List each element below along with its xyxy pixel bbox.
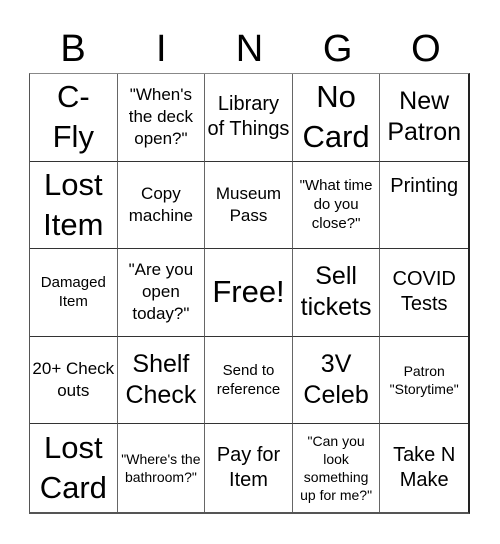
header-letter-g: G (322, 28, 353, 70)
bingo-cell-label: Patron "Storytime" (389, 363, 459, 398)
bingo-cell[interactable]: "Are you open today?" (117, 249, 206, 337)
bingo-cell[interactable]: C- Fly (30, 74, 118, 162)
bingo-cell-label: Send to reference (216, 362, 281, 399)
bingo-cell-label: Lost Card (39, 430, 107, 506)
bingo-cell-label: Library of Things (207, 93, 290, 141)
bingo-cell[interactable]: 20+ Check outs (30, 336, 118, 425)
header-letter-n: N (235, 28, 264, 70)
bingo-cell[interactable]: Take N Make (380, 424, 468, 512)
bingo-cell[interactable]: "Can you look something up for me?" (293, 424, 381, 512)
bingo-cell[interactable]: Copy machine (117, 161, 206, 250)
bingo-cell-label: "Are you open today?" (128, 260, 194, 324)
bingo-cell-label: 20+ Check outs (32, 359, 115, 401)
bingo-cell-label: COVID Tests (392, 268, 456, 316)
bingo-cell[interactable]: Library of Things (205, 74, 293, 162)
bingo-cell[interactable]: 3V Celeb (292, 336, 381, 425)
header-letter-i: I (156, 28, 167, 70)
bingo-cell-label: Sell tickets (300, 262, 372, 322)
bingo-cell[interactable]: Damaged Item (30, 249, 118, 337)
bingo-cell[interactable]: Museum Pass (205, 161, 293, 250)
bingo-cell-label: Copy machine (128, 183, 194, 225)
bingo-cell[interactable]: Pay for Item (205, 424, 293, 512)
bingo-cell[interactable]: Sell tickets (292, 249, 381, 337)
bingo-cell[interactable]: "Where's the bathroom?" (118, 424, 206, 512)
bingo-cell[interactable]: "When's the deck open?" (117, 74, 206, 162)
bingo-cell-label: Shelf Check (125, 350, 197, 410)
bingo-cell[interactable]: Printing (380, 162, 468, 250)
bingo-cell-label: "Where's the bathroom?" (121, 451, 201, 486)
bingo-header: B I N G O (29, 26, 470, 72)
bingo-cell-label: Free! (212, 274, 285, 310)
bingo-cell[interactable]: "What time do you close?" (292, 161, 381, 250)
free-space-cell[interactable]: Free! (205, 249, 293, 337)
bingo-cell[interactable]: Patron "Storytime" (380, 337, 468, 425)
bingo-cell[interactable]: Lost Item (30, 161, 118, 250)
bingo-cell-label: Pay for Item (216, 444, 281, 492)
bingo-cell[interactable]: Send to reference (205, 336, 293, 425)
bingo-cell-label: "Can you look something up for me?" (300, 433, 373, 504)
bingo-cell[interactable]: No Card (292, 74, 381, 162)
bingo-cell-label: 3V Celeb (303, 350, 369, 410)
header-letter-o: O (411, 28, 441, 70)
bingo-cell[interactable]: New Patron (380, 74, 468, 162)
bingo-cell-label: New Patron (387, 87, 462, 147)
bingo-cell-label: "When's the deck open?" (128, 85, 194, 149)
bingo-cell[interactable]: Shelf Check (117, 336, 206, 425)
bingo-grid: C- Fly "When's the deck open?" Library of … (29, 73, 470, 514)
bingo-cell-label: Printing (390, 174, 459, 197)
header-letter-b: B (60, 28, 86, 70)
bingo-cell-label: C- Fly (52, 79, 94, 155)
bingo-cell-label: "What time do you close?" (299, 177, 373, 233)
bingo-cell-label: No Card (302, 79, 370, 155)
bingo-cell-label: Take N Make (393, 444, 456, 492)
bingo-cell-label: Damaged Item (40, 274, 106, 311)
bingo-cell[interactable]: COVID Tests (380, 249, 468, 337)
bingo-cell-label: Museum Pass (215, 183, 282, 225)
bingo-cell[interactable]: Lost Card (30, 424, 118, 512)
bingo-cell-label: Lost Item (43, 166, 104, 242)
